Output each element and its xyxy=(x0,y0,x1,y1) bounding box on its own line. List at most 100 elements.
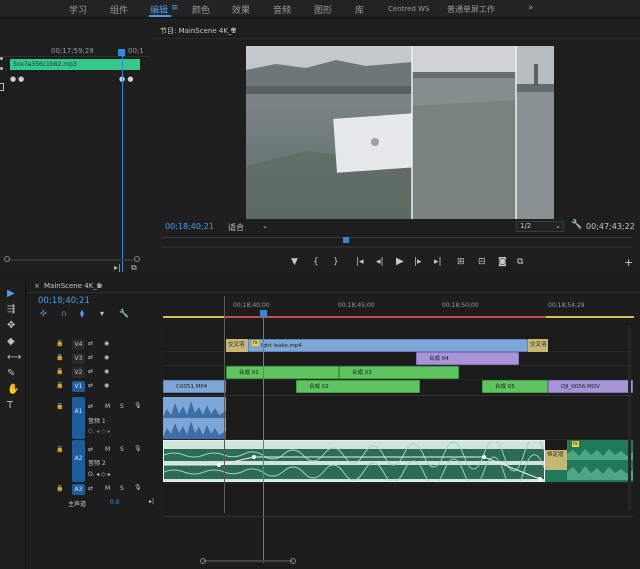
sync-lock-icon[interactable]: ⇄ xyxy=(88,403,93,410)
type-tool-icon[interactable]: T xyxy=(7,400,13,411)
lock-icon[interactable]: 🔒 xyxy=(56,485,63,492)
program-menu-icon[interactable]: ≡ xyxy=(230,25,237,34)
timeline-scrollbar[interactable] xyxy=(163,516,633,517)
lock-icon[interactable]: 🔒 xyxy=(56,446,63,453)
timeline-horizontal-zoom-bar[interactable] xyxy=(203,560,293,562)
slip-tool-icon[interactable]: ⟷ xyxy=(7,352,21,363)
transition-cross-dissolve[interactable]: 交叉溶 xyxy=(528,339,548,352)
source-export-icon[interactable]: ▸| xyxy=(114,263,121,272)
export-frame-icon[interactable]: ◙ xyxy=(498,257,507,267)
step-forward-icon[interactable]: |▸ xyxy=(414,257,422,267)
timeline-sequence-tab[interactable]: MainScene 4K_1 xyxy=(44,282,101,290)
solo-button[interactable]: S xyxy=(120,403,124,410)
track-volume-controls[interactable]: O. ◂ ◇ ▸ xyxy=(88,471,111,478)
program-video-frame[interactable] xyxy=(246,46,554,219)
eye-icon[interactable]: ◉ xyxy=(104,368,109,375)
track-name-a2[interactable]: A2 xyxy=(72,440,85,482)
workspace-tab-assembly[interactable]: 组件 xyxy=(110,3,128,16)
workspace-tab-audio[interactable]: 音频 xyxy=(273,3,291,16)
workspace-more-icon[interactable]: » xyxy=(528,3,534,13)
track-name-v2[interactable]: V2 xyxy=(72,367,85,378)
audio-clip-a2-tail[interactable] xyxy=(545,470,567,482)
step-back-icon[interactable]: ◂| xyxy=(376,257,384,267)
track-volume-controls[interactable]: O. ◂ ◇ ▸ xyxy=(88,428,111,435)
sync-lock-icon[interactable]: ⇄ xyxy=(88,382,93,389)
workspace-tab-learn[interactable]: 学习 xyxy=(69,3,87,16)
workspace-tab-single[interactable]: 普通单屏工作 xyxy=(447,4,495,15)
sync-lock-icon[interactable]: ⇄ xyxy=(88,485,93,492)
eye-icon[interactable]: ◉ xyxy=(104,382,109,389)
mark-out-icon[interactable]: } xyxy=(333,257,339,267)
clip-v4-light-leaks[interactable]: ight leaks.mp4 xyxy=(248,339,528,352)
pen-tool-icon[interactable]: ✎ xyxy=(7,368,15,379)
sync-lock-icon[interactable]: ⇄ xyxy=(88,354,93,361)
solo-button[interactable]: S xyxy=(120,446,124,453)
program-current-timecode[interactable]: 00;18;40;21 xyxy=(165,222,214,231)
clip-v3-comp-04[interactable]: 合成 04 xyxy=(416,352,519,365)
track-name-a3[interactable]: A3 xyxy=(72,484,85,495)
razor-tool-icon[interactable]: ◆ xyxy=(7,336,15,347)
nest-icon[interactable]: ✣ xyxy=(40,309,47,318)
lift-icon[interactable]: ⊞ xyxy=(457,257,465,267)
eye-icon[interactable]: ◉ xyxy=(104,340,109,347)
program-scrub-track[interactable] xyxy=(162,237,632,238)
workspace-tab-centred[interactable]: Centred WS xyxy=(388,5,429,13)
lock-icon[interactable]: 🔒 xyxy=(56,354,63,361)
track-name-v1[interactable]: V1 xyxy=(72,381,85,392)
close-icon[interactable]: × xyxy=(34,282,40,290)
go-to-in-icon[interactable]: |◂ xyxy=(356,257,364,267)
track-name-a1[interactable]: A1 xyxy=(72,397,85,439)
go-to-end-icon[interactable]: ▸| xyxy=(149,498,154,505)
program-zoom-bar[interactable] xyxy=(162,246,632,248)
mute-button[interactable]: M xyxy=(105,403,110,410)
lock-icon[interactable]: 🔒 xyxy=(56,382,63,389)
timeline-current-timecode[interactable]: 00;18;40;21 xyxy=(38,296,90,306)
timeline-settings-icon[interactable]: 🔧 xyxy=(119,309,129,318)
eye-icon[interactable]: ◉ xyxy=(104,354,109,361)
timeline-menu-icon[interactable]: ≡ xyxy=(96,281,103,290)
clip-v2-comp-01[interactable]: 合成 01 xyxy=(226,366,339,379)
source-scroll-right-handle[interactable] xyxy=(134,256,140,262)
program-playhead-handle[interactable] xyxy=(343,237,349,243)
hand-tool-icon[interactable]: ✋ xyxy=(7,384,19,395)
timeline-playhead-handle[interactable] xyxy=(260,310,267,317)
audio-clip-a2-selected[interactable] xyxy=(163,440,545,482)
mark-in-icon[interactable]: { xyxy=(313,257,319,267)
add-button-icon[interactable]: + xyxy=(624,256,633,269)
microphone-icon[interactable]: 🎙 xyxy=(134,484,142,491)
microphone-icon[interactable]: 🎙 xyxy=(134,445,142,452)
lock-icon[interactable]: 🔒 xyxy=(56,340,63,347)
clip-v1-dji-0056[interactable]: DJI_0056.MOV xyxy=(548,380,633,393)
clip-v1-comp-02[interactable]: 合成 02 xyxy=(296,380,420,393)
workspace-menu-icon[interactable]: ≡ xyxy=(171,3,179,13)
sync-lock-icon[interactable]: ⇄ xyxy=(88,446,93,453)
track-name-v3[interactable]: V3 xyxy=(72,353,85,364)
mute-button[interactable]: M xyxy=(105,446,110,453)
workspace-tab-graphics[interactable]: 图形 xyxy=(314,3,332,16)
source-settings-icon[interactable]: ⧉ xyxy=(131,263,137,273)
workspace-tab-library[interactable]: 库 xyxy=(355,3,364,16)
mute-button[interactable]: M xyxy=(105,485,110,492)
clip-v1-comp-05[interactable]: 合成 05 xyxy=(482,380,548,393)
sync-lock-icon[interactable]: ⇄ xyxy=(88,368,93,375)
lock-icon[interactable]: 🔒 xyxy=(56,403,63,410)
comparison-view-icon[interactable]: ⧉ xyxy=(517,257,523,267)
microphone-icon[interactable]: 🎙 xyxy=(134,402,142,409)
add-marker-icon[interactable]: ▼ xyxy=(291,257,298,267)
source-scrollbar[interactable] xyxy=(8,259,134,261)
source-scroll-left-handle[interactable] xyxy=(4,256,10,262)
linked-selection-icon[interactable]: ⧫ xyxy=(80,309,84,318)
transition-constant-gain[interactable]: 恒定增 xyxy=(545,450,567,470)
clip-v2-comp-03[interactable]: 合成 03 xyxy=(339,366,459,379)
program-zoom-select[interactable]: 适合 xyxy=(228,222,244,233)
timeline-vertical-scrollbar[interactable] xyxy=(628,325,631,510)
zoom-bar-left-handle[interactable] xyxy=(200,558,206,564)
workspace-tab-effects[interactable]: 效果 xyxy=(232,3,250,16)
transition-cross-dissolve[interactable]: 交叉溶 xyxy=(226,339,248,352)
chevron-down-icon[interactable]: ⌄ xyxy=(262,222,268,230)
ripple-edit-tool-icon[interactable]: ✥ xyxy=(7,320,15,331)
add-marker-icon[interactable]: ▾ xyxy=(100,309,104,318)
go-to-out-icon[interactable]: ▸| xyxy=(434,257,442,267)
extract-icon[interactable]: ⊟ xyxy=(478,257,486,267)
lock-icon[interactable]: 🔒 xyxy=(56,368,63,375)
